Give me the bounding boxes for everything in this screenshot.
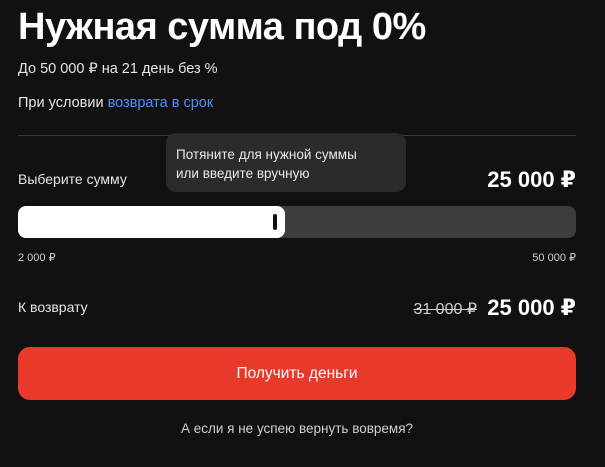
get-money-button[interactable]: Получить деньги bbox=[18, 347, 576, 400]
choose-amount-label: Выберите сумму bbox=[18, 171, 127, 187]
amount-slider[interactable] bbox=[18, 206, 576, 238]
tooltip-line-2: или введите вручную bbox=[176, 166, 310, 181]
condition-text: При условии возврата в срок bbox=[18, 95, 213, 111]
page-subtitle: До 50 000 ₽ на 21 день без % bbox=[18, 61, 218, 77]
selected-amount[interactable]: 25 000 ₽ bbox=[487, 167, 576, 193]
tooltip-line-1: Потяните для нужной суммы bbox=[176, 147, 357, 162]
old-repayment-amount: 31 000 ₽ bbox=[413, 301, 477, 318]
condition-prefix: При условии bbox=[18, 95, 108, 111]
slider-handle[interactable] bbox=[273, 214, 277, 230]
return-on-time-link[interactable]: возврата в срок bbox=[108, 95, 214, 111]
slider-fill bbox=[18, 206, 285, 238]
repayment-label: К возврату bbox=[18, 299, 88, 315]
slider-max-label: 50 000 ₽ bbox=[532, 252, 576, 264]
repayment-amount: 25 000 ₽ bbox=[487, 295, 576, 320]
late-repayment-link[interactable]: А если я не успею вернуть вовремя? bbox=[0, 421, 594, 436]
slider-hint-tooltip: Потяните для нужной суммы или введите вр… bbox=[166, 133, 406, 192]
slider-min-label: 2 000 ₽ bbox=[18, 252, 56, 264]
page-title: Нужная сумма под 0% bbox=[18, 6, 426, 48]
